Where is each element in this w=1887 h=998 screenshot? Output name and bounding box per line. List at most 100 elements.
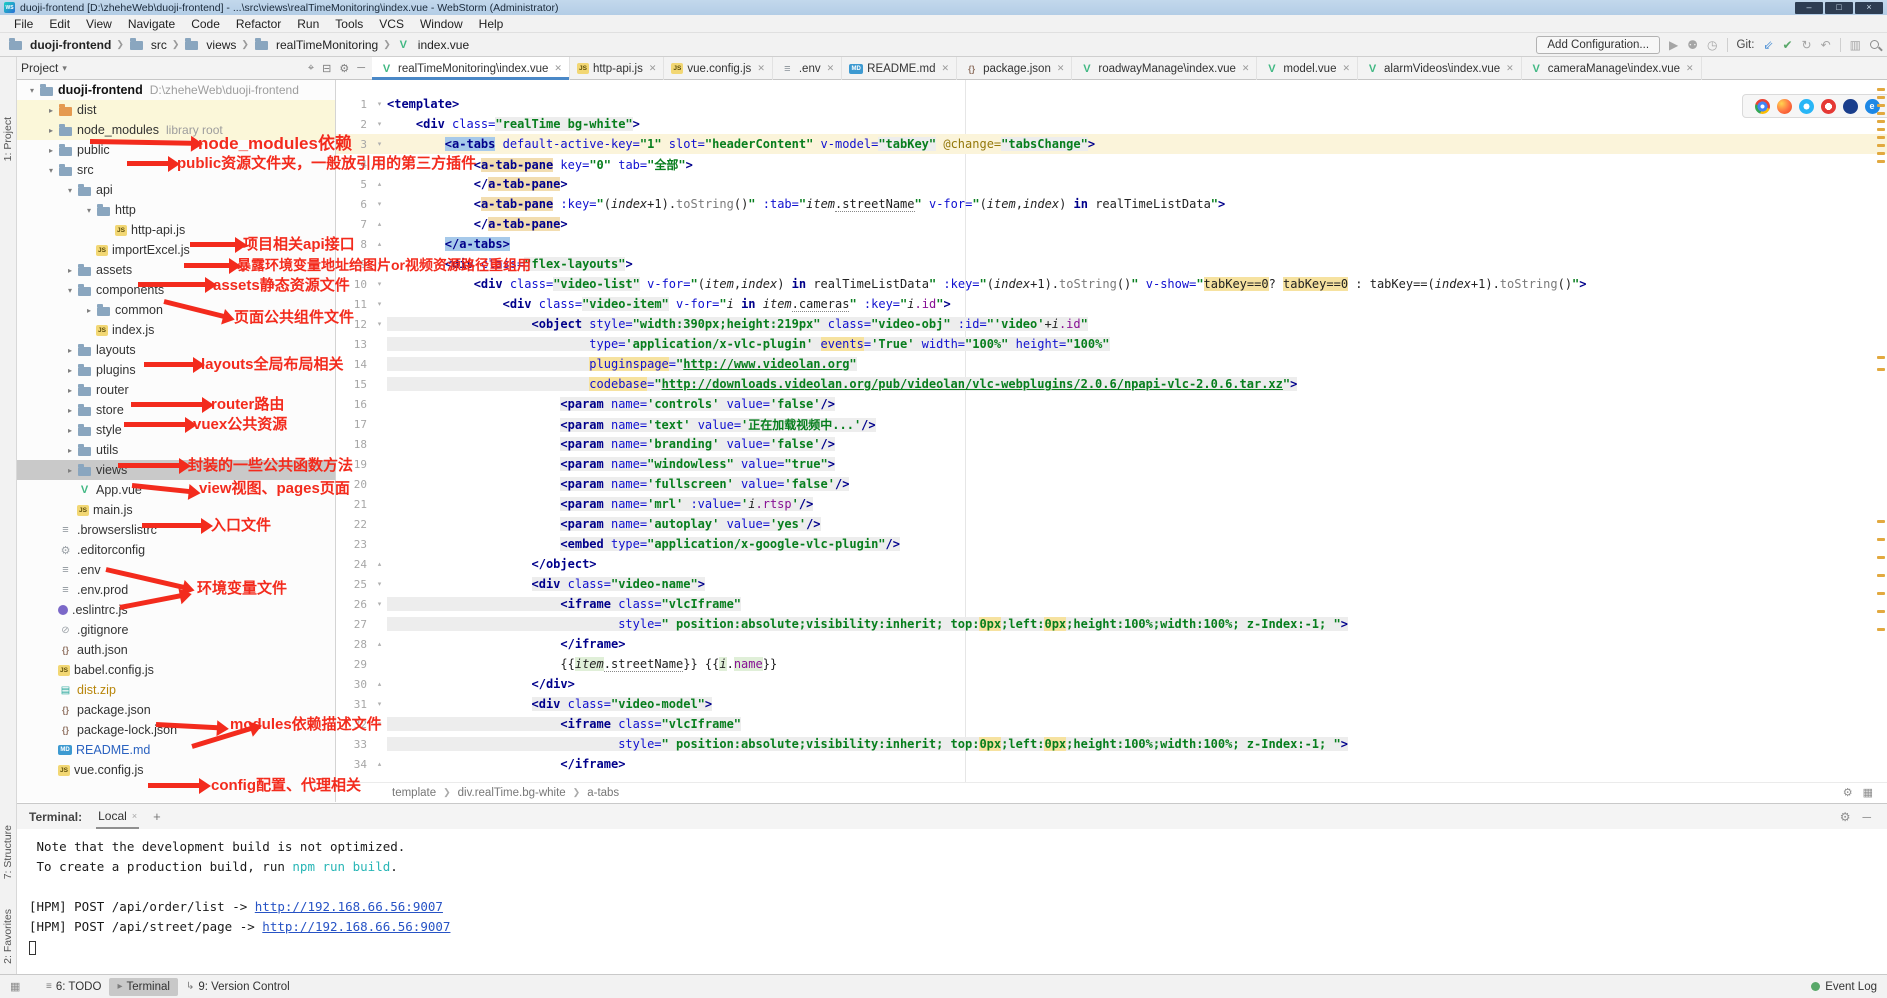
debug-icon[interactable]: ⚉ [1687,38,1698,52]
close-icon[interactable]: ✕ [757,63,765,74]
close-icon[interactable]: ✕ [1057,63,1065,74]
code-line-27[interactable]: 27 style=" position:absolute;visibility:… [336,614,1887,634]
menu-file[interactable]: File [6,17,41,31]
code-line-4[interactable]: 4▾ <a-tab-pane key="0" tab="全部"> [336,154,1887,174]
code-line-3[interactable]: 3▾ <a-tabs default-active-key="1" slot="… [336,134,1887,154]
code-line-20[interactable]: 20 <param name='fullscreen' value='false… [336,474,1887,494]
run-icon[interactable]: ▶ [1669,38,1678,52]
code-line-25[interactable]: 25▾ <div class="video-name"> [336,574,1887,594]
close-icon[interactable]: ✕ [1342,63,1350,74]
chevron-down-icon[interactable]: ▾ [62,63,67,74]
tab-alarmVideos-index.vue[interactable]: ValarmVideos\index.vue✕ [1358,57,1522,80]
stripe--Favorites[interactable]: 2: Favorites [2,909,14,964]
terminal-output[interactable]: Note that the development build is not o… [17,829,1887,974]
add-configuration-button[interactable]: Add Configuration... [1536,36,1660,54]
tree-item-babel.config.js[interactable]: JSbabel.config.js [17,660,335,680]
close-button[interactable]: × [1855,2,1883,14]
code-line-7[interactable]: 7▴ </a-tab-pane> [336,214,1887,234]
window-layout-icon[interactable]: ▥ [1850,38,1861,52]
gear-icon[interactable]: ⚙ [1840,810,1851,824]
code-line-14[interactable]: 14 pluginspage="http://www.videolan.org" [336,354,1887,374]
tab-.env[interactable]: ≡.env✕ [773,57,842,80]
code-editor[interactable]: 1▾<template>2▾ <div class="realTime bg-w… [336,80,1887,782]
tab-package.json[interactable]: {}package.json✕ [957,57,1072,80]
code-line-24[interactable]: 24▴ </object> [336,554,1887,574]
code-line-13[interactable]: 13 type='application/x-vlc-plugin' event… [336,334,1887,354]
tree-item-README.md[interactable]: MDREADME.md [17,740,335,760]
title-bar[interactable]: WS duoji-frontend [D:\zheheWeb\duoji-fro… [0,0,1887,15]
git-rollback-icon[interactable]: ↶ [1821,38,1831,52]
menu-code[interactable]: Code [183,17,228,31]
code-line-29[interactable]: 29 {{item.streetName}} {{i.name}} [336,654,1887,674]
code-line-28[interactable]: 28▴ </iframe> [336,634,1887,654]
tree-item-.eslintrc.js[interactable]: .eslintrc.js [17,600,335,620]
close-icon[interactable]: ✕ [649,63,657,74]
terminal-tab-local[interactable]: Local × [96,805,139,829]
firefox-browser-icon[interactable] [1777,99,1792,114]
code-line-16[interactable]: 16 <param name='controls' value='false'/… [336,394,1887,414]
hide-panel-icon[interactable]: ─ [1862,810,1871,824]
code-line-5[interactable]: 5▴ </a-tab-pane> [336,174,1887,194]
project-tool-window-header[interactable]: Project ▾ ⌖⊟⚙─ [17,57,369,79]
tree-item-dist[interactable]: ▸dist [17,100,335,120]
close-icon[interactable]: ✕ [1242,63,1250,74]
gear-icon[interactable]: ⚙ [339,62,349,75]
tool-window-switcher-icon[interactable]: ▦ [10,980,24,993]
code-line-30[interactable]: 30▴ </div> [336,674,1887,694]
tree-item-.editorconfig[interactable]: ⚙.editorconfig [17,540,335,560]
menu-vcs[interactable]: VCS [371,17,412,31]
code-line-22[interactable]: 22 <param name='autoplay' value='yes'/> [336,514,1887,534]
code-line-32[interactable]: 32▾ <iframe class="vlcIframe" [336,714,1887,734]
code-line-8[interactable]: 8▴ </a-tabs> [336,234,1887,254]
close-icon[interactable]: ✕ [1686,63,1694,74]
code-line-2[interactable]: 2▾ <div class="realTime bg-white"> [336,114,1887,134]
breadcrumb-item-src[interactable]: src [129,38,167,52]
maximize-button[interactable]: □ [1825,2,1853,14]
gear-icon[interactable]: ⚙ [1843,786,1853,799]
menu-navigate[interactable]: Navigate [120,17,183,31]
editor-breadcrumb-template[interactable]: template [392,787,436,799]
code-line-26[interactable]: 26▾ <iframe class="vlcIframe" [336,594,1887,614]
menu-refactor[interactable]: Refactor [228,17,289,31]
code-line-1[interactable]: 1▾<template> [336,94,1887,114]
tree-item-http[interactable]: ▾http [17,200,335,220]
new-terminal-session-button[interactable]: + [153,809,161,824]
tree-item-duoji-frontend[interactable]: ▾duoji-frontendD:\zheheWeb\duoji-fronten… [17,80,335,100]
menu-tools[interactable]: Tools [327,17,371,31]
event-log-button[interactable]: Event Log [1811,981,1877,993]
code-line-6[interactable]: 6▾ <a-tab-pane :key="(index+1).toString(… [336,194,1887,214]
status-Terminal[interactable]: ▸Terminal [109,978,178,996]
tab-model.vue[interactable]: Vmodel.vue✕ [1257,57,1358,80]
terminal-prompt[interactable] [29,939,1887,959]
code-line-34[interactable]: 34▴ </iframe> [336,754,1887,774]
code-line-9[interactable]: 9▾ <div class="flex-layouts"> [336,254,1887,274]
tree-item-.gitignore[interactable]: ⊘.gitignore [17,620,335,640]
git-update-icon[interactable]: ⇙ [1763,38,1773,52]
code-line-12[interactable]: 12▾ <object style="width:390px;height:21… [336,314,1887,334]
tab-http-api.js[interactable]: JShttp-api.js✕ [570,57,664,80]
git-commit-icon[interactable]: ✔ [1782,38,1792,52]
editor-breadcrumb-div-realTime-bg-white[interactable]: div.realTime.bg-white [458,787,566,799]
tree-item-.env[interactable]: ≡.env [17,560,335,580]
code-line-15[interactable]: 15 codebase="http://downloads.videolan.o… [336,374,1887,394]
tab-vue.config.js[interactable]: JSvue.config.js✕ [664,57,772,80]
breadcrumb-item-realTimeMonitoring[interactable]: realTimeMonitoring [254,38,378,52]
tab-README.md[interactable]: MDREADME.md✕ [842,57,957,80]
search-everywhere-icon[interactable] [1870,40,1879,49]
tree-item-api[interactable]: ▾api [17,180,335,200]
profile-icon[interactable]: ◷ [1707,38,1717,52]
tree-item-auth.json[interactable]: {}auth.json [17,640,335,660]
tab-realTimeMonitoring-index.vue[interactable]: VrealTimeMonitoring\index.vue✕ [372,57,570,80]
layout-icon[interactable]: ▦ [1863,786,1873,799]
git-history-icon[interactable]: ↻ [1802,38,1812,52]
status--TODO[interactable]: ≡6: TODO [38,978,109,996]
menu-edit[interactable]: Edit [41,17,78,31]
code-line-21[interactable]: 21 <param name='mrl' :value='i.rtsp'/> [336,494,1887,514]
code-line-18[interactable]: 18 <param name='branding' value='false'/… [336,434,1887,454]
close-icon[interactable]: ✕ [942,63,950,74]
stripe--Structure[interactable]: 7: Structure [2,825,14,879]
opera-browser-icon[interactable] [1821,99,1836,114]
safari-browser-icon[interactable] [1799,99,1814,114]
breadcrumb-item-duoji-frontend[interactable]: duoji-frontend [8,38,111,52]
tab-roadwayManage-index.vue[interactable]: VroadwayManage\index.vue✕ [1072,57,1257,80]
